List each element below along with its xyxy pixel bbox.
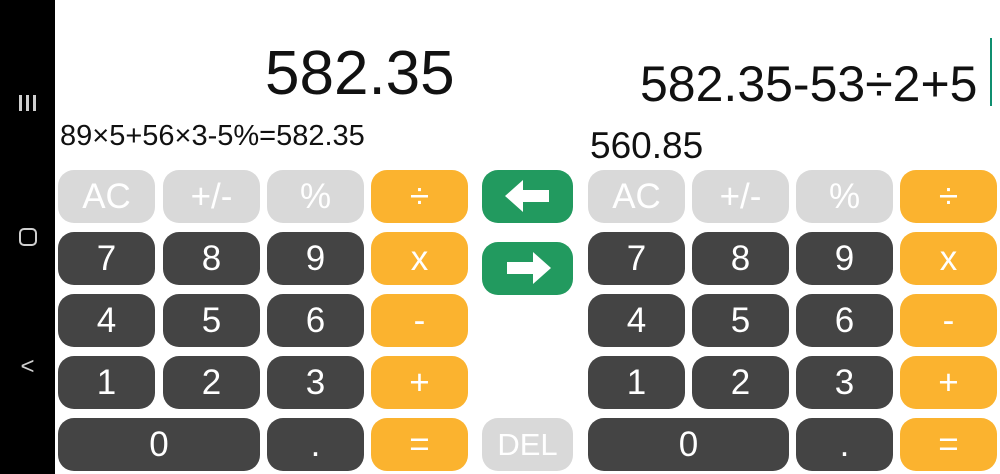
right-one-button[interactable]: 1	[588, 356, 685, 409]
navigation-bar: <	[0, 0, 55, 474]
left-dot-button[interactable]: .	[267, 418, 364, 471]
left-two-button[interactable]: 2	[163, 356, 260, 409]
left-five-button[interactable]: 5	[163, 294, 260, 347]
right-plus-button[interactable]: +	[900, 356, 997, 409]
left-three-button[interactable]: 3	[267, 356, 364, 409]
left-plus-button[interactable]: +	[371, 356, 468, 409]
left-one-button[interactable]: 1	[58, 356, 155, 409]
left-eight-button[interactable]: 8	[163, 232, 260, 285]
left-seven-button[interactable]: 7	[58, 232, 155, 285]
arrow-right-icon	[506, 252, 551, 284]
right-percent-button[interactable]: %	[796, 170, 893, 223]
right-divide-button[interactable]: ÷	[900, 170, 997, 223]
right-multiply-button[interactable]: x	[900, 232, 997, 285]
right-dot-button[interactable]: .	[796, 418, 893, 471]
right-ac-button[interactable]: AC	[588, 170, 685, 223]
right-equals-button[interactable]: =	[900, 418, 997, 471]
recents-icon[interactable]	[0, 88, 55, 118]
text-cursor	[990, 38, 992, 106]
left-zero-button[interactable]: 0	[58, 418, 260, 471]
copy-right-button[interactable]	[482, 242, 573, 295]
left-six-button[interactable]: 6	[267, 294, 364, 347]
right-plusminus-button[interactable]: +/-	[692, 170, 789, 223]
right-six-button[interactable]: 6	[796, 294, 893, 347]
back-icon[interactable]: <	[0, 352, 55, 382]
left-divide-button[interactable]: ÷	[371, 170, 468, 223]
copy-left-button[interactable]	[482, 170, 573, 223]
left-history-expression: 89×5+56×3-5%=582.35	[60, 120, 365, 152]
home-icon[interactable]	[0, 224, 55, 252]
left-result-display: 582.35	[265, 39, 455, 108]
left-plusminus-button[interactable]: +/-	[163, 170, 260, 223]
left-equals-button[interactable]: =	[371, 418, 468, 471]
right-four-button[interactable]: 4	[588, 294, 685, 347]
right-zero-button[interactable]: 0	[588, 418, 789, 471]
right-expression-input[interactable]: 582.35-53÷2+5	[640, 48, 977, 120]
right-eight-button[interactable]: 8	[692, 232, 789, 285]
left-nine-button[interactable]: 9	[267, 232, 364, 285]
left-percent-button[interactable]: %	[267, 170, 364, 223]
right-two-button[interactable]: 2	[692, 356, 789, 409]
arrow-left-icon	[504, 180, 549, 212]
left-multiply-button[interactable]: x	[371, 232, 468, 285]
left-minus-button[interactable]: -	[371, 294, 468, 347]
right-minus-button[interactable]: -	[900, 294, 997, 347]
right-result-preview: 560.85	[590, 125, 704, 166]
right-five-button[interactable]: 5	[692, 294, 789, 347]
right-seven-button[interactable]: 7	[588, 232, 685, 285]
delete-button[interactable]: DEL	[482, 418, 573, 471]
left-four-button[interactable]: 4	[58, 294, 155, 347]
left-ac-button[interactable]: AC	[58, 170, 155, 223]
right-three-button[interactable]: 3	[796, 356, 893, 409]
right-nine-button[interactable]: 9	[796, 232, 893, 285]
